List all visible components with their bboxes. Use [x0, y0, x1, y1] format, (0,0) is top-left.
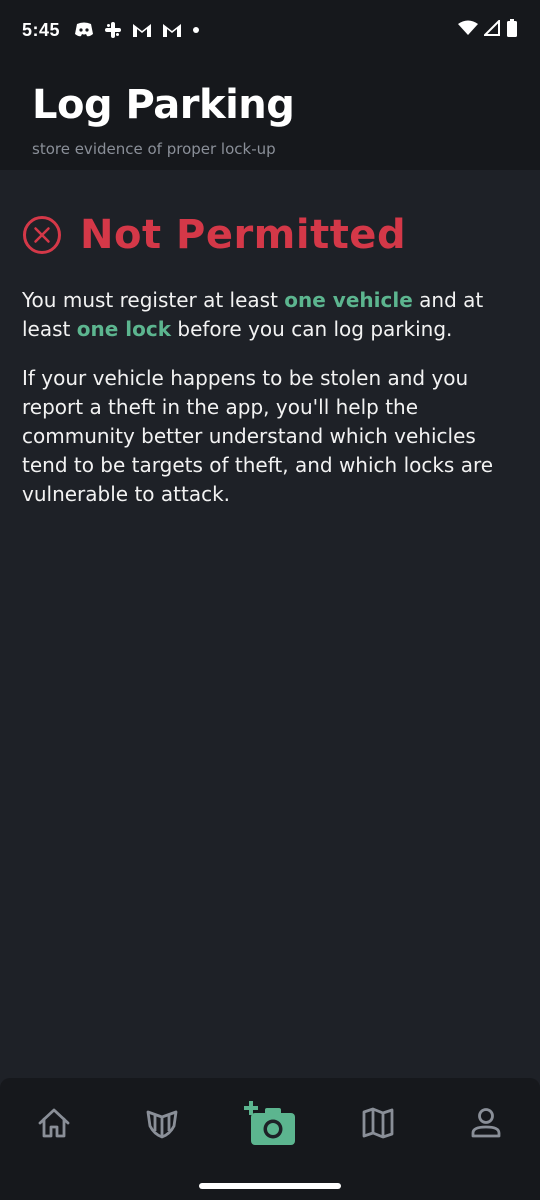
discord-icon [74, 22, 94, 38]
wifi-icon [458, 20, 478, 40]
add-photo-icon [243, 1099, 297, 1147]
map-icon [361, 1107, 395, 1139]
notification-icons [74, 21, 200, 39]
battery-icon [506, 19, 518, 41]
gmail-icon [162, 22, 182, 38]
nav-locks[interactable] [132, 1093, 192, 1153]
gesture-bar-area [0, 1168, 540, 1200]
one-lock-link[interactable]: one lock [77, 317, 171, 341]
nav-map[interactable] [348, 1093, 408, 1153]
status-time: 5:45 [22, 19, 61, 40]
nav-home[interactable] [24, 1093, 84, 1153]
main-content: Not Permitted You must register at least… [0, 170, 540, 509]
status-bar: 5:45 [0, 0, 540, 60]
page-subtitle: store evidence of proper lock-up [32, 140, 276, 158]
one-vehicle-link[interactable]: one vehicle [284, 288, 412, 312]
home-icon [37, 1107, 71, 1139]
signal-icon [482, 18, 500, 40]
requirement-text-c: before you can log parking. [171, 317, 453, 341]
slack-icon [104, 21, 122, 39]
shield-icon [145, 1107, 179, 1139]
system-icons [458, 18, 518, 41]
gesture-handle[interactable] [199, 1183, 341, 1189]
theft-info-text: If your vehicle happens to be stolen and… [22, 366, 494, 506]
not-permitted-title: Not Permitted [80, 212, 407, 258]
requirement-text-a: You must register at least [22, 288, 285, 312]
not-permitted-heading: Not Permitted [22, 212, 518, 258]
nav-log-parking[interactable] [240, 1093, 300, 1153]
page-title: Log Parking [32, 82, 295, 128]
nav-profile[interactable] [456, 1093, 516, 1153]
dot-icon [192, 26, 200, 34]
requirement-text: You must register at least one vehicle a… [22, 286, 518, 344]
bottom-nav [0, 1078, 540, 1168]
gmail-icon [132, 22, 152, 38]
app-header: Log Parking store evidence of proper loc… [0, 60, 540, 170]
x-circle-icon [22, 215, 62, 255]
person-icon [469, 1107, 503, 1139]
